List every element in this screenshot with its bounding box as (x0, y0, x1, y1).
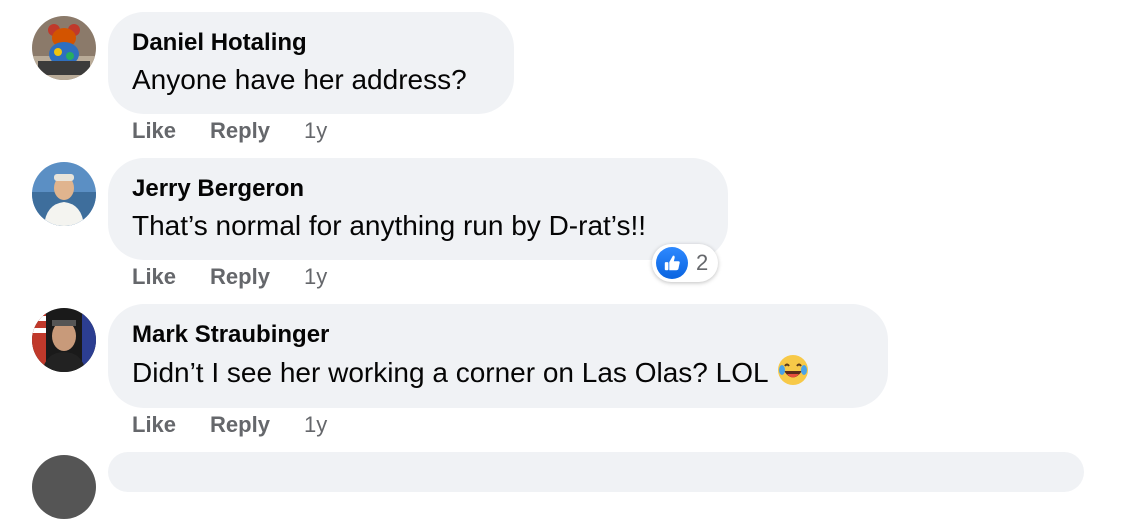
comment-timestamp[interactable]: 1y (304, 118, 327, 144)
reply-button[interactable]: Reply (210, 264, 270, 290)
comment-text: Didn’t I see her working a corner on Las… (132, 354, 864, 395)
comment-author[interactable]: Jerry Bergeron (132, 174, 704, 204)
like-button[interactable]: Like (132, 412, 176, 438)
comment-text: That’s normal for anything run by D-rat’… (132, 210, 647, 241)
avatar[interactable] (32, 455, 96, 519)
comment-bubble: Jerry Bergeron That’s normal for anythin… (108, 158, 728, 260)
comment-actions: Like Reply 1y (132, 264, 327, 290)
avatar[interactable] (32, 162, 96, 226)
reaction-count: 2 (696, 250, 709, 275)
like-button[interactable]: Like (132, 118, 176, 144)
comment-text-body: Didn’t I see her working a corner on Las… (132, 356, 769, 388)
comment-bubble (108, 452, 1084, 492)
comment-timestamp[interactable]: 1y (304, 264, 327, 290)
reply-button[interactable]: Reply (210, 118, 270, 144)
comment-bubble: Daniel Hotaling Anyone have her address? (108, 12, 514, 114)
laughing-tears-emoji-icon (777, 354, 809, 395)
comment-timestamp[interactable]: 1y (304, 412, 327, 438)
comment-bubble: Mark Straubinger Didn’t I see her workin… (108, 304, 888, 408)
comment-text: Anyone have her address? (132, 64, 467, 95)
avatar[interactable] (32, 16, 96, 80)
comment-actions: Like Reply 1y (132, 412, 327, 438)
like-button[interactable]: Like (132, 264, 176, 290)
avatar[interactable] (32, 308, 96, 372)
comment-author[interactable]: Mark Straubinger (132, 320, 864, 350)
reaction-badge[interactable]: 2 (652, 244, 719, 282)
reply-button[interactable]: Reply (210, 412, 270, 438)
comment-actions: Like Reply 1y (132, 118, 327, 144)
comment-author[interactable]: Daniel Hotaling (132, 28, 490, 58)
thumbs-up-icon (656, 247, 688, 279)
